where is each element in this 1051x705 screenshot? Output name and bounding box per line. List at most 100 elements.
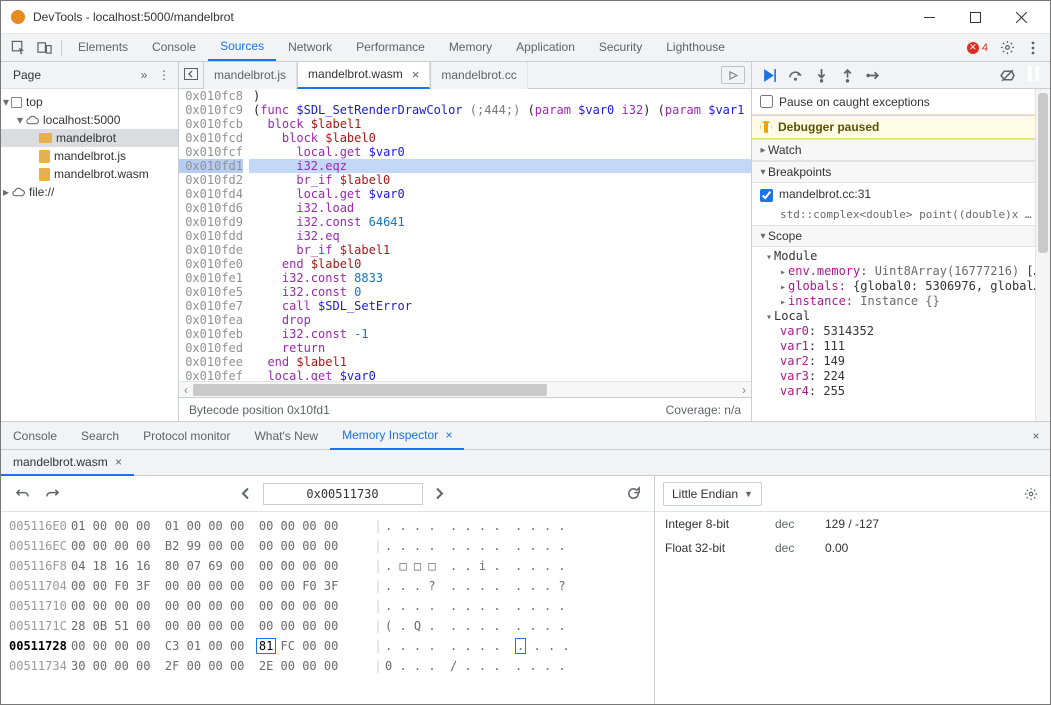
hex-row-current[interactable]: 0051172800 00 00 00 C3 01 00 00 81 FC 00… [9,636,646,656]
undo-icon[interactable] [9,481,35,507]
settings-icon[interactable] [994,35,1020,61]
drawer-tab-search[interactable]: Search [69,422,131,450]
scope-var[interactable]: var1: 111 [752,339,1050,354]
tab-network[interactable]: Network [276,34,344,61]
file-tab-wasm[interactable]: mandelbrot.wasm× [297,62,430,89]
debugger-vscroll[interactable] [1035,89,1050,421]
tab-performance[interactable]: Performance [344,34,437,61]
scope-var[interactable]: var4: 255 [752,384,1050,399]
breakpoint-item[interactable]: mandelbrot.cc:31 std::complex<double> po… [752,185,1050,223]
drawer-close-icon[interactable]: × [1022,422,1050,450]
drawer-tab-console[interactable]: Console [1,422,69,450]
hex-row[interactable]: 0051171C28 0B 51 00 00 00 00 00 00 00 00… [9,616,646,636]
file-tab-js[interactable]: mandelbrot.js [203,62,297,89]
mi-settings-icon[interactable] [1020,483,1042,505]
scope-var[interactable]: var3: 224 [752,369,1050,384]
error-badge[interactable]: ✕4 [967,42,988,54]
more-icon[interactable] [1020,35,1046,61]
hex-row[interactable]: 0051171000 00 00 00 00 00 00 00 00 00 00… [9,596,646,616]
value-row: Integer 8-bitdec129 / -127 [655,512,1050,536]
tree-folder-mandelbrot[interactable]: mandelbrot [1,129,178,147]
refresh-icon[interactable] [620,481,646,507]
coverage-status: Coverage: n/a [666,403,741,417]
code-area[interactable]: )(func $SDL_SetRenderDrawColor (;444;) (… [249,89,751,381]
resume-button[interactable] [756,63,782,87]
navigator-menu-icon[interactable]: ⋮ [154,68,174,82]
mi-value-panel: Little Endian▼ Integer 8-bitdec129 / -12… [655,476,1050,704]
tree-file-js[interactable]: mandelbrot.js [1,147,178,165]
minimize-button[interactable] [906,1,952,33]
file-tabs: mandelbrot.js mandelbrot.wasm× mandelbro… [179,62,751,89]
close-button[interactable] [998,1,1044,33]
inspect-icon[interactable] [5,35,31,61]
step-into-button[interactable] [808,63,834,87]
device-icon[interactable] [31,35,57,61]
window-title: DevTools - localhost:5000/mandelbrot [33,10,234,24]
editor-panel: mandelbrot.js mandelbrot.wasm× mandelbro… [179,62,752,421]
tree-file-wasm[interactable]: mandelbrot.wasm [1,165,178,183]
tree-origin[interactable]: ▾localhost:5000 [1,111,178,129]
step-over-button[interactable] [782,63,808,87]
scope-globals[interactable]: ▸globals: {global0: 5306976, global1: 65… [752,279,1050,294]
navigator-more-icon[interactable]: » [134,68,154,82]
scope-instance[interactable]: ▸instance: Instance {} [752,294,1050,309]
hex-row[interactable]: 005116E001 00 00 00 01 00 00 00 00 00 00… [9,516,646,536]
tab-sources[interactable]: Sources [208,34,276,61]
tab-console[interactable]: Console [140,34,208,61]
navigator-tab-page[interactable]: Page [5,68,49,82]
drawer-tab-memory-inspector[interactable]: Memory Inspector × [330,422,464,450]
editor-hscroll[interactable]: ‹› [179,381,751,397]
close-icon[interactable]: × [442,428,452,442]
endian-select[interactable]: Little Endian▼ [663,482,762,506]
gutter: 0x010fc80x010fc90x010fcb0x010fcd0x010fcf… [179,89,249,381]
debugger-toolbar [752,62,1050,89]
hex-row[interactable]: 005116EC00 00 00 00 B2 99 00 00 00 00 00… [9,536,646,556]
app-icon [11,10,25,24]
scope-module[interactable]: ▾Module [752,249,1050,264]
breakpoint-detail: std::complex<double> point((double)x … [760,208,1042,221]
drawer: Console Search Protocol monitor What's N… [1,421,1050,704]
drawer-tab-whatsnew[interactable]: What's New [242,422,330,450]
tree-top[interactable]: ▾top [1,93,178,111]
tab-application[interactable]: Application [504,34,587,61]
step-out-button[interactable] [834,63,860,87]
pause-caught-label: Pause on caught exceptions [779,95,930,109]
section-breakpoints[interactable]: ▾Breakpoints [752,161,1050,183]
pause-icon: ❚❚ [760,121,772,133]
section-watch[interactable]: ▸Watch [752,139,1050,161]
tab-security[interactable]: Security [587,34,654,61]
drawer-tab-protocol[interactable]: Protocol monitor [131,422,242,450]
code-editor[interactable]: 0x010fc80x010fc90x010fcb0x010fcd0x010fcf… [179,89,751,381]
redo-icon[interactable] [39,481,65,507]
scope-local[interactable]: ▾Local [752,309,1050,324]
close-icon[interactable]: × [112,455,122,469]
hex-view[interactable]: 005116E001 00 00 00 01 00 00 00 00 00 00… [1,512,654,704]
tab-elements[interactable]: Elements [66,34,140,61]
pause-caught-checkbox[interactable] [760,95,773,108]
breakpoint-checkbox[interactable] [760,189,773,202]
mi-subtab[interactable]: mandelbrot.wasm × [1,450,134,476]
file-history-back-icon[interactable] [179,68,203,83]
file-tab-cc[interactable]: mandelbrot.cc [430,62,527,89]
pause-exceptions-button[interactable] [1020,63,1046,87]
section-scope[interactable]: ▾Scope [752,225,1050,247]
scope-env[interactable]: ▸env.memory: Uint8Array(16777216) [101, … [752,264,1050,279]
editor-statusbar: Bytecode position 0x10fd1 Coverage: n/a [179,397,751,421]
address-input[interactable]: 0x00511730 [263,483,423,505]
next-page-icon[interactable] [427,481,453,507]
run-snippet-icon[interactable] [721,66,745,84]
tab-memory[interactable]: Memory [437,34,504,61]
hex-row[interactable]: 0051173430 00 00 00 2F 00 00 00 2E 00 00… [9,656,646,676]
close-icon[interactable]: × [412,68,420,81]
scope-var[interactable]: var2: 149 [752,354,1050,369]
maximize-button[interactable] [952,1,998,33]
prev-page-icon[interactable] [233,481,259,507]
step-button[interactable] [860,63,886,87]
hex-row[interactable]: 005116F804 18 16 16 80 07 69 00 00 00 00… [9,556,646,576]
titlebar: DevTools - localhost:5000/mandelbrot [1,1,1050,34]
tree-file-scheme[interactable]: ▸file:// [1,183,178,201]
scope-var[interactable]: var0: 5314352 [752,324,1050,339]
hex-row[interactable]: 0051170400 00 F0 3F 00 00 00 00 00 00 F0… [9,576,646,596]
tab-lighthouse[interactable]: Lighthouse [654,34,737,61]
deactivate-bp-button[interactable] [994,63,1020,87]
